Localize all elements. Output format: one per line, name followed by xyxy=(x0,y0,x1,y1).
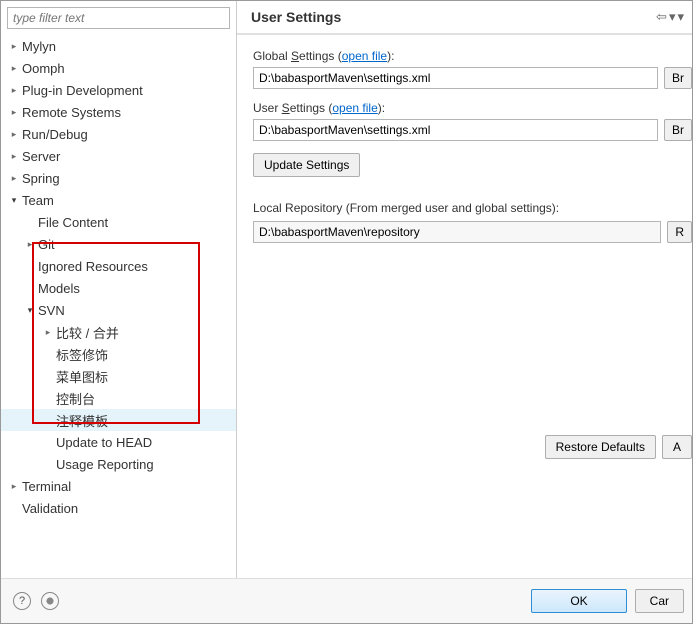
tree-item-git[interactable]: Git xyxy=(1,233,236,255)
tree-item-plugin-dev[interactable]: Plug-in Development xyxy=(1,79,236,101)
tree-label: Spring xyxy=(21,171,60,186)
content-area: Mylyn Oomph Plug-in Development Remote S… xyxy=(1,1,692,578)
tree-item-remote[interactable]: Remote Systems xyxy=(1,101,236,123)
chevron-right-icon[interactable] xyxy=(7,173,21,184)
browse-global-button[interactable]: Br xyxy=(664,67,692,89)
tree-label: Mylyn xyxy=(21,39,56,54)
forward-icon[interactable]: ▾ xyxy=(669,9,676,25)
tree-item-svn-update-head[interactable]: Update to HEAD xyxy=(1,431,236,453)
global-settings-label: Global Settings (open file): xyxy=(253,49,692,63)
tree-item-svn-menu-icon[interactable]: 菜单图标 xyxy=(1,365,236,387)
tree-item-svn-usage[interactable]: Usage Reporting xyxy=(1,453,236,475)
tree-item-mylyn[interactable]: Mylyn xyxy=(1,35,236,57)
cancel-button[interactable]: Car xyxy=(635,589,684,613)
tree-item-ignored[interactable]: Ignored Resources xyxy=(1,255,236,277)
form-area: Global Settings (open file): Br User Set… xyxy=(237,35,692,578)
user-settings-label: User Settings (open file): xyxy=(253,101,692,115)
tree-label: 注释模板 xyxy=(55,411,108,430)
right-panel: User Settings ⇦ ▾ ▾ Global Settings (ope… xyxy=(237,1,692,578)
tree-label: Models xyxy=(37,281,80,296)
chevron-right-icon[interactable] xyxy=(7,107,21,118)
preferences-tree: Mylyn Oomph Plug-in Development Remote S… xyxy=(1,35,236,519)
tree-item-svn-console[interactable]: 控制台 xyxy=(1,387,236,409)
chevron-right-icon[interactable] xyxy=(7,63,21,74)
tree-label: 标签修饰 xyxy=(55,345,108,364)
tree-label: 菜单图标 xyxy=(55,367,108,386)
menu-icon[interactable]: ▾ xyxy=(677,9,684,25)
chevron-right-icon[interactable] xyxy=(7,151,21,162)
restore-defaults-button[interactable]: Restore Defaults xyxy=(545,435,656,459)
dialog-button-bar: ? OK Car xyxy=(1,578,692,623)
tree-item-svn-label-dec[interactable]: 标签修饰 xyxy=(1,343,236,365)
update-settings-button[interactable]: Update Settings xyxy=(253,153,360,177)
tree-item-oomph[interactable]: Oomph xyxy=(1,57,236,79)
status-icon[interactable] xyxy=(41,592,59,610)
ok-button[interactable]: OK xyxy=(531,589,626,613)
user-settings-input[interactable] xyxy=(253,119,658,141)
tree-item-rundebug[interactable]: Run/Debug xyxy=(1,123,236,145)
tree-label: Usage Reporting xyxy=(55,457,154,472)
tree-label: Ignored Resources xyxy=(37,259,148,274)
tree-label: SVN xyxy=(37,303,65,318)
chevron-down-icon[interactable] xyxy=(23,305,37,316)
tree-label: Remote Systems xyxy=(21,105,121,120)
tree-item-svn-templates[interactable]: 注释模板 xyxy=(1,409,236,431)
preferences-dialog: Mylyn Oomph Plug-in Development Remote S… xyxy=(0,0,693,624)
filter-input[interactable] xyxy=(7,7,230,29)
tree-item-file-content[interactable]: File Content xyxy=(1,211,236,233)
page-header: User Settings ⇦ ▾ ▾ xyxy=(237,1,692,35)
tree-item-team[interactable]: Team xyxy=(1,189,236,211)
chevron-right-icon[interactable] xyxy=(7,85,21,96)
apply-button[interactable]: A xyxy=(662,435,692,459)
chevron-right-icon[interactable] xyxy=(7,41,21,52)
chevron-right-icon[interactable] xyxy=(23,239,37,250)
tree-label: 控制台 xyxy=(55,389,95,408)
browse-user-button[interactable]: Br xyxy=(664,119,692,141)
tree-item-svn-compare[interactable]: 比较 / 合并 xyxy=(1,321,236,343)
local-repo-label: Local Repository (From merged user and g… xyxy=(253,201,692,215)
chevron-right-icon[interactable] xyxy=(7,129,21,140)
tree-scroll[interactable]: Mylyn Oomph Plug-in Development Remote S… xyxy=(1,33,236,578)
tree-label: Git xyxy=(37,237,55,252)
global-settings-input[interactable] xyxy=(253,67,658,89)
tree-item-models[interactable]: Models xyxy=(1,277,236,299)
tree-label: Update to HEAD xyxy=(55,435,152,450)
open-file-link[interactable]: open file xyxy=(332,101,377,115)
help-icon[interactable]: ? xyxy=(13,592,31,610)
local-repo-input xyxy=(253,221,661,243)
tree-label: File Content xyxy=(37,215,108,230)
tree-label: Plug-in Development xyxy=(21,83,143,98)
tree-item-svn[interactable]: SVN xyxy=(1,299,236,321)
tree-label: Validation xyxy=(21,501,78,516)
open-file-link[interactable]: open file xyxy=(342,49,387,63)
tree-label: Server xyxy=(21,149,60,164)
tree-item-terminal[interactable]: Terminal xyxy=(1,475,236,497)
chevron-down-icon[interactable] xyxy=(7,195,21,206)
tree-label: Oomph xyxy=(21,61,65,76)
tree-item-spring[interactable]: Spring xyxy=(1,167,236,189)
chevron-right-icon[interactable] xyxy=(7,481,21,492)
back-icon[interactable]: ⇦ xyxy=(656,9,667,25)
tree-label: Team xyxy=(21,193,54,208)
chevron-right-icon[interactable] xyxy=(41,327,55,338)
filter-box xyxy=(7,7,230,29)
tree-item-validation[interactable]: Validation xyxy=(1,497,236,519)
tree-item-server[interactable]: Server xyxy=(1,145,236,167)
tree-label: Run/Debug xyxy=(21,127,88,142)
left-panel: Mylyn Oomph Plug-in Development Remote S… xyxy=(1,1,237,578)
reindex-button[interactable]: R xyxy=(667,221,692,243)
page-title: User Settings xyxy=(251,9,341,25)
tree-label: Terminal xyxy=(21,479,71,494)
tree-label: 比较 / 合并 xyxy=(55,323,119,342)
